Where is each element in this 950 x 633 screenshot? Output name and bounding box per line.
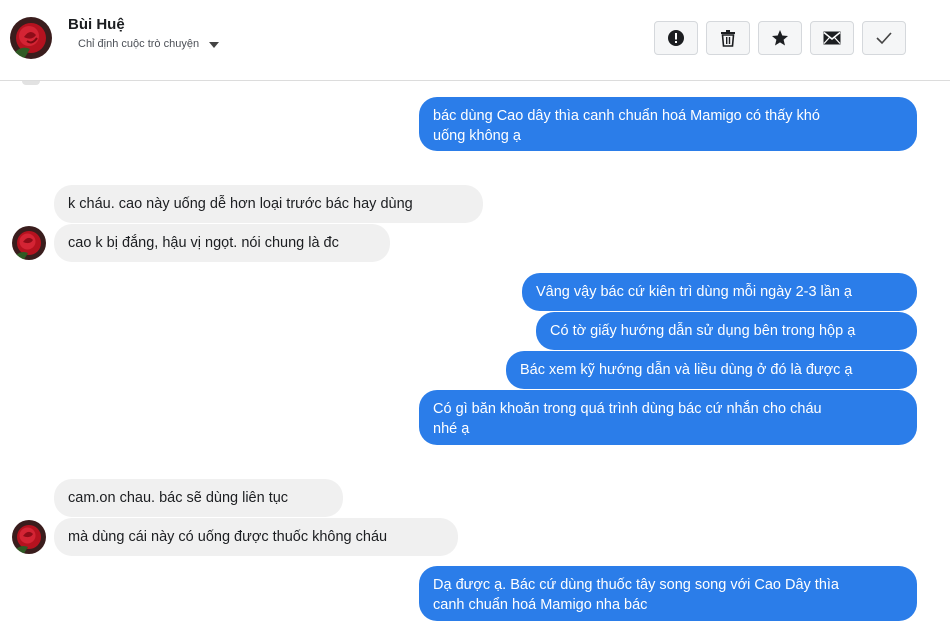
mark-unread-button[interactable] (810, 21, 854, 55)
sender-avatar[interactable] (12, 226, 46, 260)
conversation-header: Bùi Huệ Chỉ định cuộc trò chuyện (0, 0, 950, 81)
envelope-icon (823, 31, 841, 45)
chevron-down-icon (209, 41, 220, 48)
message-thread[interactable]: bác dùng Cao dây thìa canh chuẩn hoá Mam… (0, 81, 950, 633)
assign-conversation-label: Chỉ định cuộc trò chuyện (78, 38, 200, 50)
star-button[interactable] (758, 21, 802, 55)
message-bubble-incoming[interactable]: cam.on chau. bác sẽ dùng liên tục (54, 479, 343, 517)
contact-avatar[interactable] (10, 17, 52, 59)
mark-done-button[interactable] (862, 21, 906, 55)
contact-name[interactable]: Bùi Huệ (68, 16, 125, 33)
message-bubble-incoming[interactable]: k cháu. cao này uống dễ hơn loại trước b… (54, 185, 483, 223)
message-bubble-outgoing[interactable]: Có gì băn khoăn trong quá trình dùng bác… (419, 390, 917, 445)
message-bubble-incoming[interactable]: mà dùng cái này có uống được thuốc không… (54, 518, 458, 556)
alert-icon (668, 30, 684, 46)
mark-spam-button[interactable] (654, 21, 698, 55)
message-bubble-outgoing[interactable]: Vâng vậy bác cứ kiên trì dùng mỗi ngày 2… (522, 273, 917, 311)
message-bubble-outgoing[interactable]: Bác xem kỹ hướng dẫn và liều dùng ở đó l… (506, 351, 917, 389)
conversation-window: Bùi Huệ Chỉ định cuộc trò chuyện bác dùn… (0, 0, 950, 633)
message-bubble-outgoing[interactable]: bác dùng Cao dây thìa canh chuẩn hoá Mam… (419, 97, 917, 151)
conversation-toolbar (654, 21, 906, 55)
assign-conversation-dropdown[interactable]: Chỉ định cuộc trò chuyện (78, 38, 220, 50)
trash-icon (721, 30, 735, 47)
delete-button[interactable] (706, 21, 750, 55)
scroll-hint (22, 81, 40, 85)
message-bubble-outgoing[interactable]: Dạ được ạ. Bác cứ dùng thuốc tây song so… (419, 566, 917, 621)
sender-avatar[interactable] (12, 520, 46, 554)
check-icon (876, 32, 892, 45)
message-bubble-outgoing[interactable]: Có tờ giấy hướng dẫn sử dụng bên trong h… (536, 312, 917, 350)
message-bubble-incoming[interactable]: cao k bị đắng, hậu vị ngọt. nói chung là… (54, 224, 390, 262)
star-icon (772, 30, 788, 46)
